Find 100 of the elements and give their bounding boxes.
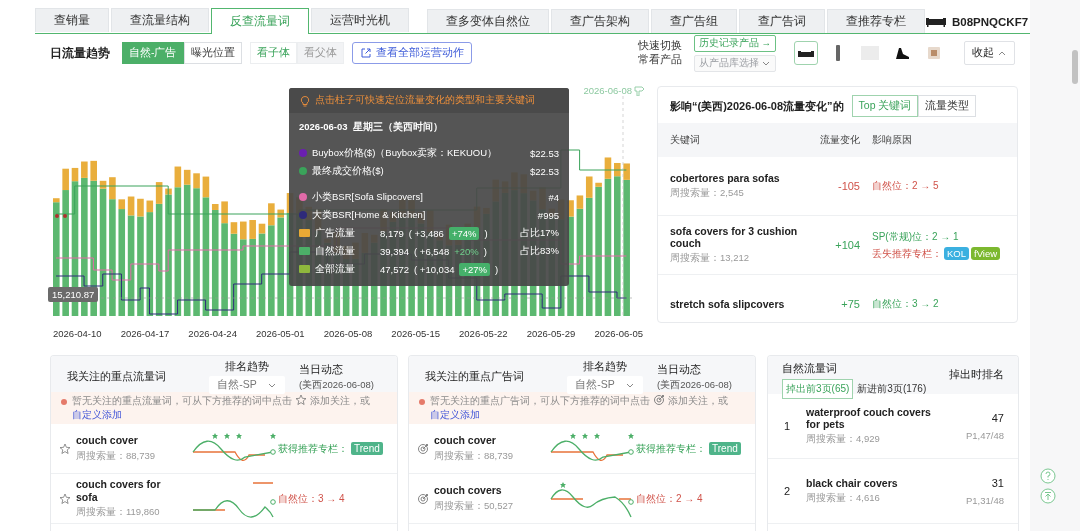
collapse-button[interactable]: 收起 (964, 41, 1015, 65)
sofa-icon (925, 15, 947, 28)
nav-tab[interactable]: 运营时光机 (311, 8, 409, 32)
keyword-text: sofa covers for 3 cushion couch (670, 224, 798, 250)
traffic-mode-toggle[interactable]: 曝光位置 (183, 42, 242, 64)
nav-tab[interactable]: 反查流量词 (211, 8, 309, 34)
ad-traffic-bar[interactable] (604, 157, 612, 179)
date-caption: (美西2026-06-08) (299, 379, 375, 392)
ad-traffic-bar[interactable] (118, 199, 126, 210)
history-products-button[interactable]: 历史记录产品 → (693, 34, 776, 52)
panel-tab[interactable]: Top 关键词 (851, 95, 919, 117)
status-text: 获得推荐专栏： (636, 441, 706, 456)
nav-tab[interactable]: 查广告架构 (551, 9, 649, 33)
cylinder-icon (834, 45, 842, 61)
view-actions-button[interactable]: 查看全部运营动作 (351, 42, 472, 64)
date-caption: (美西2026-06-08) (657, 379, 733, 392)
ad-traffic-bar[interactable] (165, 188, 172, 195)
change-percent: +27% (459, 262, 491, 276)
organic-traffic-bar[interactable] (174, 187, 182, 316)
lightbulb-icon (299, 94, 311, 107)
search-volume: 周搜索量：88,739 (76, 449, 157, 463)
series-label: 小类BSR[Sofa Slipcovers] (312, 190, 423, 204)
row-number: 2 (784, 485, 792, 497)
filter-tab[interactable]: 新进前3页(176) (853, 379, 931, 399)
axis-date-label: 2026-05-22 (459, 328, 508, 339)
star-icon (59, 492, 71, 505)
keyword-text: couch cover (76, 434, 139, 447)
traffic-change: +75 (840, 298, 860, 310)
ad-traffic-bar[interactable] (99, 180, 107, 189)
panel-tab[interactable]: 流量类型 (918, 95, 977, 117)
nav-tab[interactable]: 查推荐专栏 (827, 9, 925, 33)
organic-traffic-bar[interactable] (585, 197, 593, 316)
axis-date-label: 2026-05-01 (256, 328, 305, 339)
keyword-text: couch cover (434, 434, 497, 447)
organic-traffic-bar[interactable] (230, 233, 238, 316)
variant-toggle[interactable]: 看子体 (249, 42, 297, 64)
target-icon (417, 492, 429, 505)
nav-tab[interactable]: 查广告组 (651, 9, 737, 33)
follow-button[interactable] (417, 442, 429, 455)
page-position: P1,31/48 (964, 494, 1004, 506)
series-change: ( +10,034 (414, 263, 455, 275)
star-icon (294, 394, 307, 406)
quick-switch-label: 快速切换常看产品 (637, 39, 683, 67)
pointer-hand-icon (633, 84, 645, 96)
ad-traffic-bar[interactable] (155, 182, 163, 204)
target-icon (417, 442, 429, 455)
custom-add-link[interactable]: 自定义添加 (430, 409, 480, 420)
nav-tab[interactable]: 查多变体自然位 (427, 9, 549, 33)
notice-text: 暂无关注的重点广告词，可从下方推荐的词中点击 添加关注，或 自定义添加 (430, 394, 729, 422)
bracket-label: ) (495, 263, 499, 275)
column-header: 排名趋势 (583, 360, 627, 374)
keyword-text: couch covers (434, 484, 503, 497)
section-title: 日流量趋势 (50, 45, 110, 61)
column-tag: fView (971, 247, 1001, 260)
series-value: #4 (548, 191, 559, 203)
rank-trend-select[interactable]: 自然-SP (567, 376, 643, 394)
axis-date-label: 2026-05-15 (391, 328, 440, 339)
tooltip-date: 2026-06-03 星期三（美西时间） (299, 121, 444, 134)
axis-date-label: 2026-04-17 (120, 328, 170, 339)
keyword-text: black chair covers (806, 476, 899, 490)
follow-button[interactable] (59, 442, 71, 455)
traffic-change: -105 (836, 180, 860, 192)
help-icon (1040, 468, 1056, 484)
change-percent: +74% (448, 226, 480, 240)
crosshair-value-label: 15,210.87 (48, 287, 99, 302)
marker-date-label: 2026-06-08 (583, 84, 632, 96)
custom-add-link[interactable]: 自定义添加 (72, 409, 122, 420)
rank-trend-select[interactable]: 自然-SP (209, 376, 285, 394)
follow-button[interactable] (417, 492, 429, 505)
ad-traffic-bar[interactable] (146, 200, 154, 213)
column-header: 关键词 (670, 133, 701, 147)
nav-tab[interactable]: 查销量 (35, 8, 109, 32)
series-change: ( +6,548 (414, 245, 450, 257)
nav-tab[interactable]: 查广告词 (739, 9, 825, 33)
keyword-text: cobertores para sofas (670, 171, 781, 185)
card-title: 自然流量词 (782, 362, 838, 376)
reason-text: 自然位：3 → 2 (872, 297, 939, 311)
column-header: 排名趋势 (225, 360, 269, 374)
keyword-text: waterproof couch covers for pets (806, 405, 932, 431)
series-label: 广告流量 (315, 226, 356, 240)
column-header: 流量变化 (819, 133, 860, 147)
column-header: 影响原因 (872, 133, 913, 147)
series-share: 占比83% (520, 244, 559, 258)
star-icon (59, 442, 71, 455)
organic-traffic-bar[interactable] (146, 212, 154, 316)
row-number: 1 (784, 420, 792, 432)
column-header: 当日动态 (657, 362, 702, 377)
series-share: 占比17% (520, 226, 559, 240)
follow-button[interactable] (59, 492, 71, 505)
organic-traffic-bar[interactable] (118, 209, 126, 316)
status-text: 获得推荐专栏： (278, 441, 348, 456)
rank-value: 31 (990, 476, 1004, 489)
search-volume: 周搜索量：2,545 (670, 187, 745, 201)
series-value: 47,572 (380, 263, 410, 275)
filter-tab[interactable]: 掉出前3页(65) (782, 379, 854, 399)
product-thumbnail[interactable] (794, 41, 818, 65)
nav-tab[interactable]: 查流量结构 (111, 8, 209, 32)
scrollbar[interactable] (1072, 50, 1078, 84)
search-volume: 周搜索量：88,739 (434, 449, 515, 463)
keyword-text: stretch sofa slipcovers (670, 297, 786, 311)
